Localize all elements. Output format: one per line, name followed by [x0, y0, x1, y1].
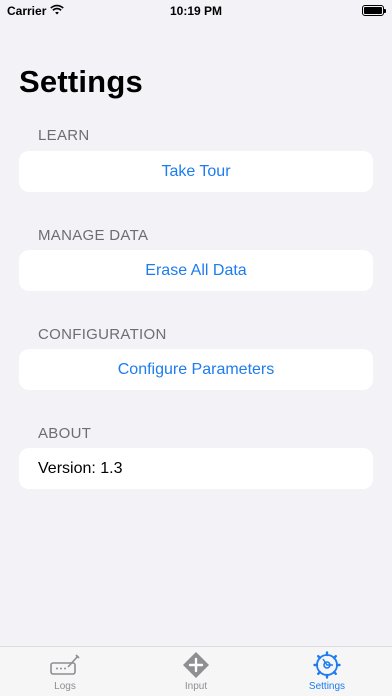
tab-logs[interactable]: Logs: [0, 649, 130, 695]
logbook-icon: [49, 651, 81, 679]
section-header-manage-data: MANAGE DATA: [38, 227, 149, 244]
section-header-configuration: CONFIGURATION: [38, 326, 167, 343]
battery-icon: [362, 5, 386, 16]
tab-settings-label: Settings: [308, 681, 346, 692]
section-header-about: ABOUT: [38, 425, 92, 442]
tab-bar: Logs Input Settings: [0, 646, 392, 696]
tab-input-label: Input: [184, 681, 208, 692]
erase-all-data-button[interactable]: Erase All Data: [19, 250, 373, 291]
tab-logs-label: Logs: [54, 681, 76, 692]
version-label: Version: 1.3: [19, 448, 373, 489]
take-tour-button[interactable]: Take Tour: [19, 151, 373, 192]
status-time: 10:19 PM: [169, 4, 223, 18]
section-header-learn: LEARN: [38, 127, 90, 144]
plus-circle-icon: [180, 651, 212, 679]
battery-fill: [364, 7, 382, 14]
settings-screen: Carrier 10:19 PM Settings LEARN Take Tou…: [0, 0, 392, 696]
status-bar: Carrier 10:19 PM: [0, 0, 392, 22]
gear-icon: [311, 651, 343, 679]
battery-tip: [384, 9, 386, 13]
tab-input[interactable]: Input: [131, 649, 261, 695]
page-title: Settings: [19, 64, 143, 99]
configure-parameters-button[interactable]: Configure Parameters: [19, 349, 373, 390]
tab-settings[interactable]: Settings: [262, 649, 392, 695]
